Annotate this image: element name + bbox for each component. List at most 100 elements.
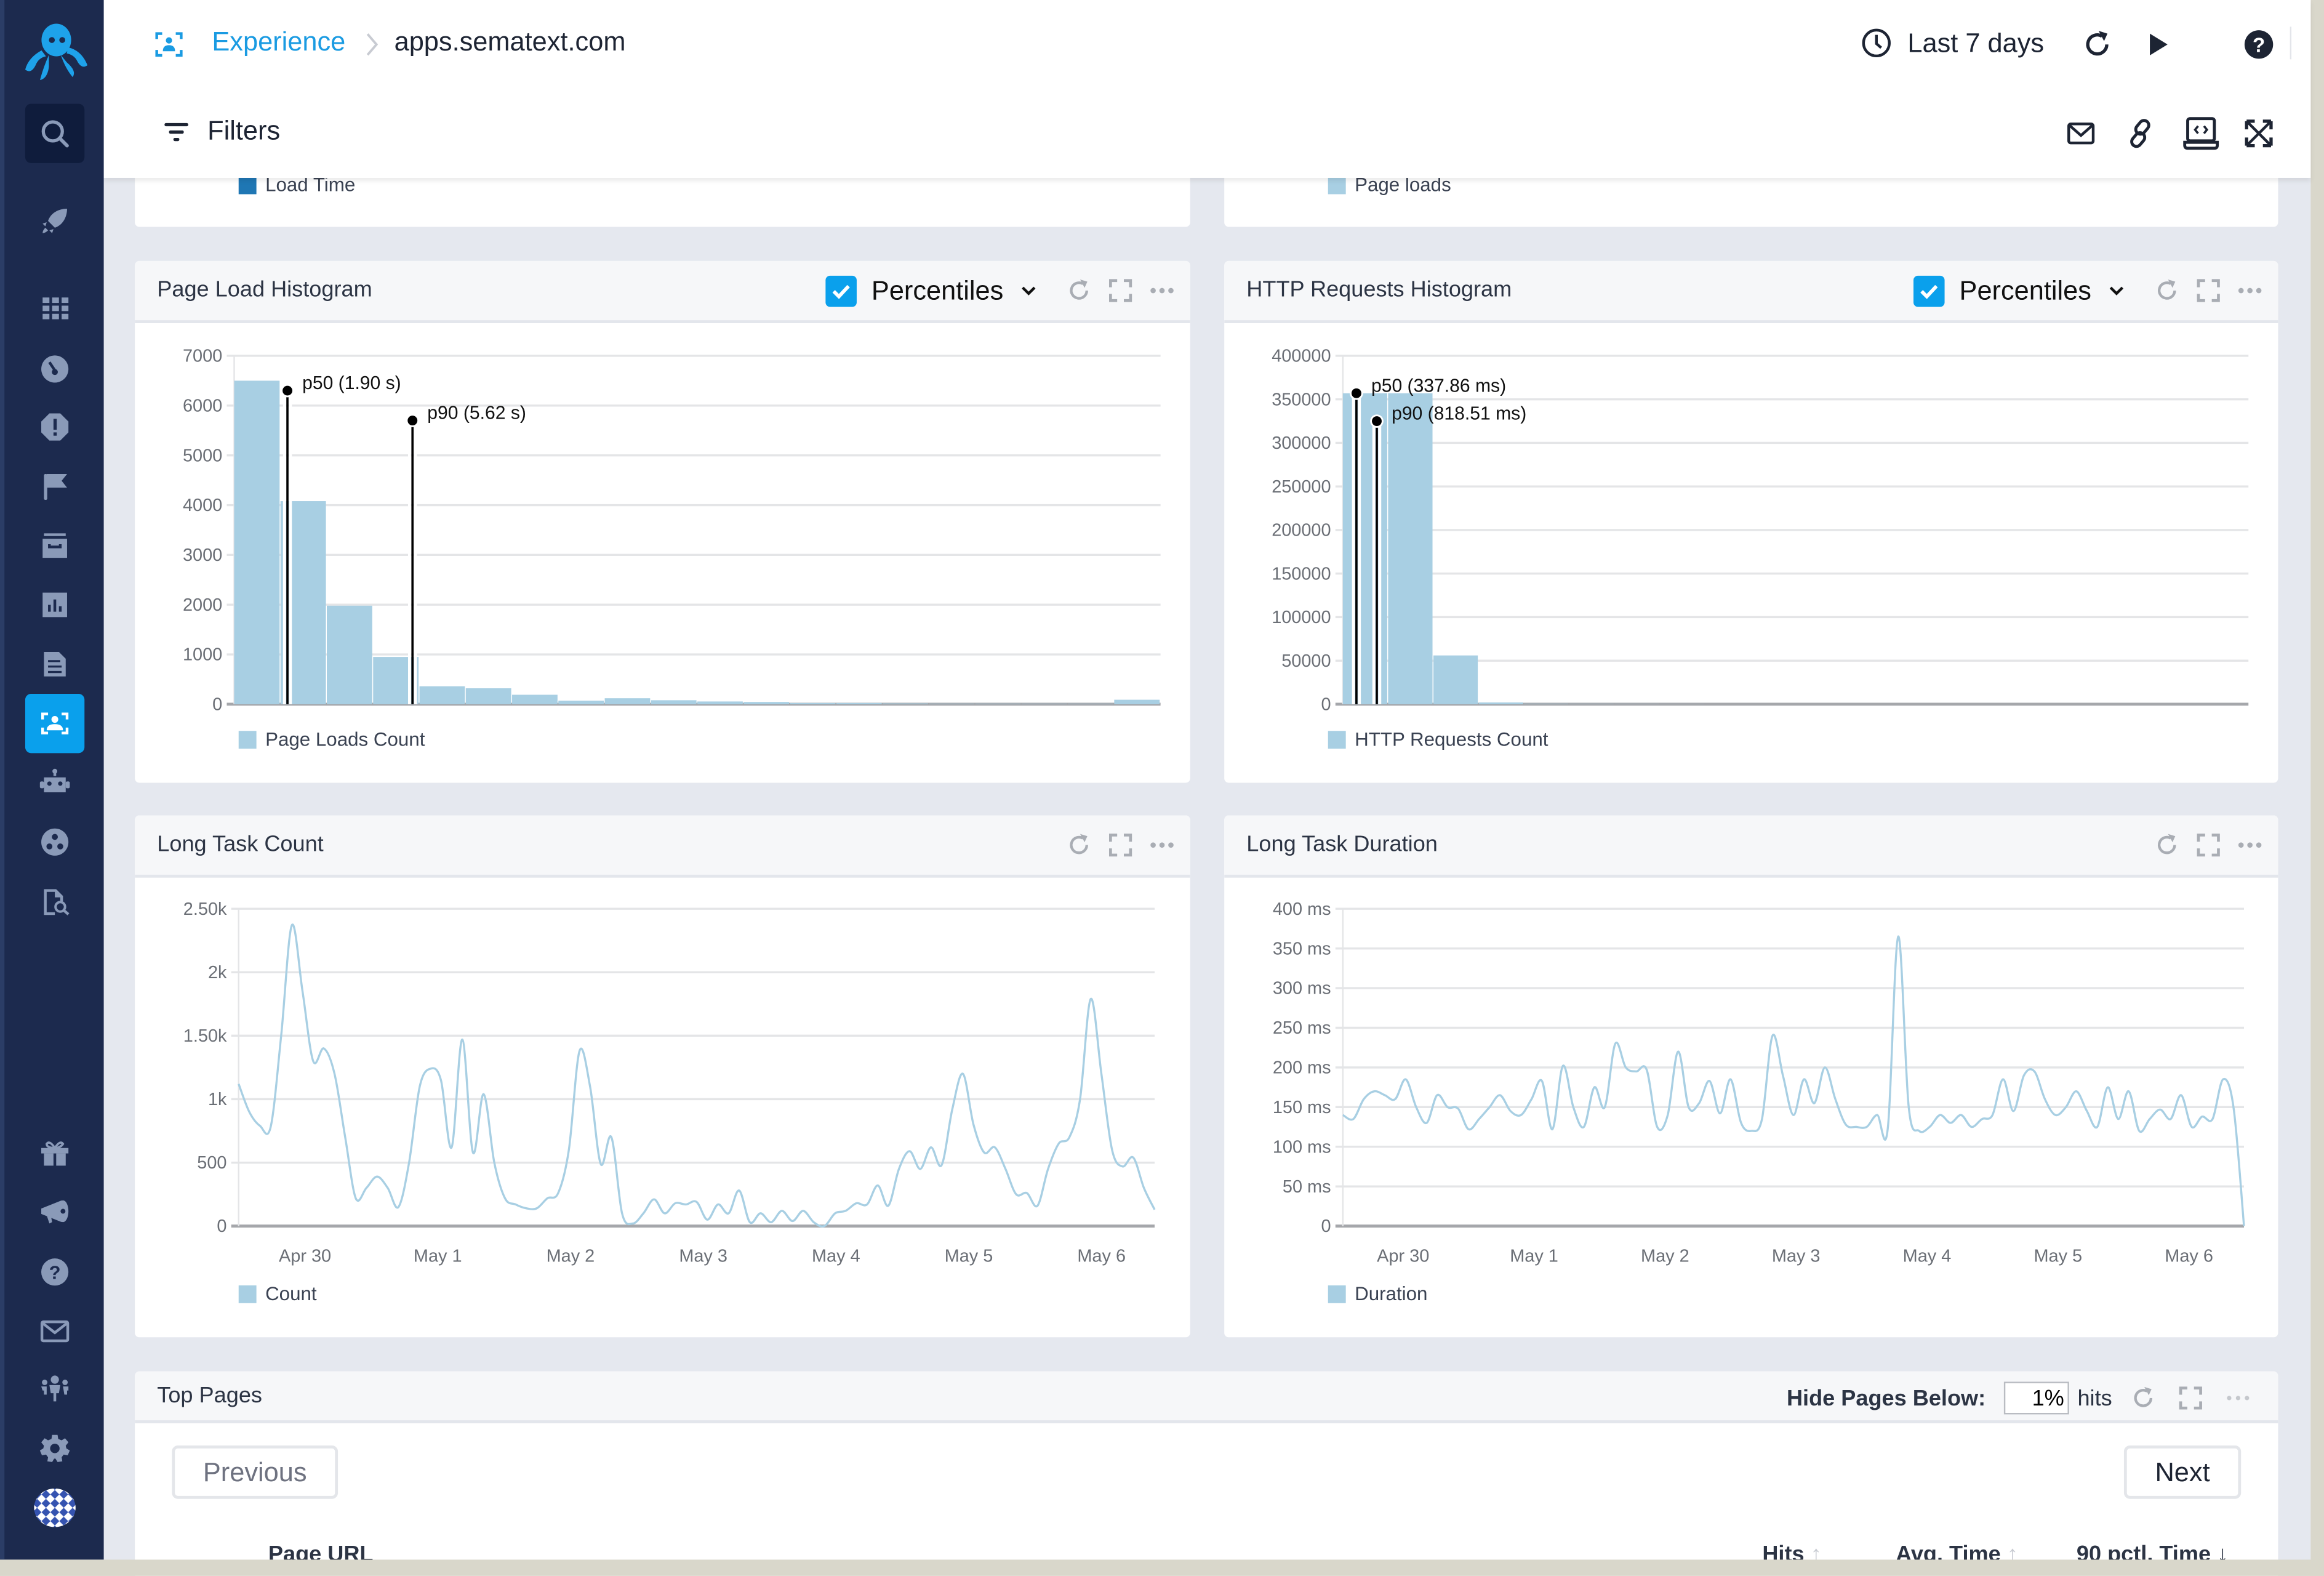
panel-title: Long Task Count <box>157 832 324 857</box>
top-header: Experience apps.sematext.com Filters Las… <box>103 0 2311 178</box>
share-link-button[interactable] <box>2124 117 2157 150</box>
breadcrumb-experience[interactable]: Experience <box>212 26 345 58</box>
sidebar-item-account[interactable] <box>25 1478 84 1537</box>
more-options-icon[interactable] <box>2237 277 2263 304</box>
refresh-button[interactable] <box>2081 28 2114 61</box>
x-tick-label: May 2 <box>547 1246 595 1266</box>
sidebar-item-team[interactable] <box>25 1359 84 1418</box>
next-button[interactable]: Next <box>2123 1445 2242 1499</box>
sidebar-item-apps[interactable] <box>25 279 84 338</box>
refresh-icon[interactable] <box>2154 277 2180 304</box>
refresh-icon[interactable] <box>1065 277 1092 304</box>
sidebar-item-help[interactable]: ? <box>25 1242 84 1301</box>
sidebar-item-experience[interactable] <box>25 694 85 754</box>
histogram-bar <box>651 700 697 704</box>
hide-pages-threshold-input[interactable] <box>2003 1381 2069 1415</box>
panel-title: Page Load Histogram <box>157 277 372 303</box>
email-report-button[interactable] <box>2065 117 2098 150</box>
chevron-down-icon[interactable] <box>2106 280 2127 301</box>
play-button[interactable] <box>2142 28 2174 61</box>
more-options-icon[interactable] <box>2237 832 2263 858</box>
sidebar-item-search[interactable] <box>25 103 85 163</box>
play-icon <box>2150 33 2168 55</box>
sidebar-item-dashboards[interactable] <box>25 338 84 397</box>
y-tick-label: 100000 <box>1272 608 1331 627</box>
laptop-code-icon <box>2183 117 2219 150</box>
y-tick-label: 150 ms <box>1273 1098 1331 1117</box>
team-icon <box>41 1375 69 1402</box>
expand-icon[interactable] <box>2195 832 2222 858</box>
panel-header: Long Task Count <box>135 815 1190 878</box>
percentiles-checkbox[interactable] <box>825 275 857 307</box>
y-tick-label: 300000 <box>1272 433 1331 453</box>
y-tick-label: 4000 <box>183 496 222 515</box>
sidebar-item-contact[interactable] <box>25 1301 84 1361</box>
experience-icon <box>155 32 183 57</box>
time-range-picker[interactable]: Last 7 days <box>1860 26 2044 59</box>
y-tick-label: 150000 <box>1272 564 1331 584</box>
x-tick-label: May 5 <box>2034 1246 2082 1266</box>
percentile-label: p50 (1.90 s) <box>302 373 401 393</box>
sidebar-item-log-search[interactable] <box>25 872 84 931</box>
help-button[interactable]: ? <box>2243 28 2275 61</box>
gear-icon <box>39 1434 70 1462</box>
histogram-bar <box>1478 702 1523 704</box>
inbox-icon <box>42 533 67 558</box>
more-options-icon[interactable] <box>2225 1385 2251 1411</box>
legend-count[interactable]: Count <box>238 1282 317 1305</box>
legend-swatch <box>238 175 257 194</box>
sidebar-item-rocket[interactable] <box>25 191 84 251</box>
previous-button[interactable]: Previous <box>172 1445 339 1499</box>
y-tick-label: 2.50k <box>183 899 227 919</box>
more-options-icon[interactable] <box>1148 832 1175 858</box>
series-line <box>1342 935 2245 1226</box>
clock-icon <box>1862 28 1891 58</box>
legend-label: Page Loads Count <box>265 728 425 750</box>
long-task-count-chart: 0 500 1k 1.50k 2k 2.50k Apr 30 May 1 May 2 May 3 M… <box>183 899 1156 1266</box>
sidebar-item-settings[interactable] <box>25 1419 84 1478</box>
refresh-icon[interactable] <box>2130 1385 2157 1411</box>
fullscreen-button[interactable] <box>2243 117 2275 150</box>
avatar-icon <box>34 1488 76 1527</box>
legend-duration[interactable]: Duration <box>1328 1282 1427 1305</box>
sidebar-item-inbox[interactable] <box>25 516 84 575</box>
x-tick-label: May 5 <box>945 1246 993 1266</box>
sematext-logo[interactable] <box>16 21 93 83</box>
sidebar-item-logs[interactable] <box>25 635 84 694</box>
percentile-label: p90 (818.51 ms) <box>1392 404 1526 424</box>
sidebar-item-alerts[interactable] <box>25 397 84 456</box>
sidebar-item-integrations[interactable] <box>25 813 84 872</box>
expand-icon[interactable] <box>2195 277 2222 304</box>
long-task-count-panel: Long Task Count 0 500 1k 1.50k 2k 2.50k Apr 30… <box>135 815 1190 1338</box>
sidebar-item-announcements[interactable] <box>25 1181 84 1240</box>
expand-icon[interactable] <box>2178 1385 2204 1411</box>
sidebar-item-whats-new[interactable] <box>25 1124 84 1183</box>
panel-header: Top Pages Hide Pages Below: hits <box>135 1371 2278 1423</box>
panel-title: Top Pages <box>157 1383 262 1409</box>
percentiles-toggle[interactable]: Percentiles <box>1913 275 2127 307</box>
percentiles-checkbox[interactable] <box>1913 275 1945 307</box>
y-tick-label: 0 <box>1321 695 1331 715</box>
percentiles-toggle[interactable]: Percentiles <box>825 275 1039 307</box>
legend-http-requests-count[interactable]: HTTP Requests Count <box>1328 728 1548 750</box>
percentile-label: p90 (5.62 s) <box>427 403 526 424</box>
filters-button[interactable]: Filters <box>163 116 280 147</box>
y-tick-label: 7000 <box>183 347 222 366</box>
y-tick-label: 350 ms <box>1273 939 1331 959</box>
sidebar-item-synthetics[interactable] <box>25 753 84 812</box>
mail-icon <box>40 1320 70 1343</box>
expand-icon[interactable] <box>1107 277 1134 304</box>
sidebar-item-events[interactable] <box>25 457 84 516</box>
chevron-down-icon[interactable] <box>1018 280 1039 301</box>
expand-icon[interactable] <box>1107 832 1134 858</box>
more-options-icon[interactable] <box>1148 277 1175 304</box>
gift-icon <box>41 1141 69 1166</box>
alert-octagon-icon <box>41 413 69 441</box>
refresh-icon[interactable] <box>1065 832 1092 858</box>
histogram-bar <box>790 702 836 704</box>
embed-button[interactable] <box>2182 116 2221 151</box>
legend-page-loads-count[interactable]: Page Loads Count <box>238 728 425 750</box>
y-tick-label: 400 ms <box>1273 899 1331 919</box>
sidebar-item-reports[interactable] <box>25 575 84 634</box>
refresh-icon[interactable] <box>2154 832 2180 858</box>
